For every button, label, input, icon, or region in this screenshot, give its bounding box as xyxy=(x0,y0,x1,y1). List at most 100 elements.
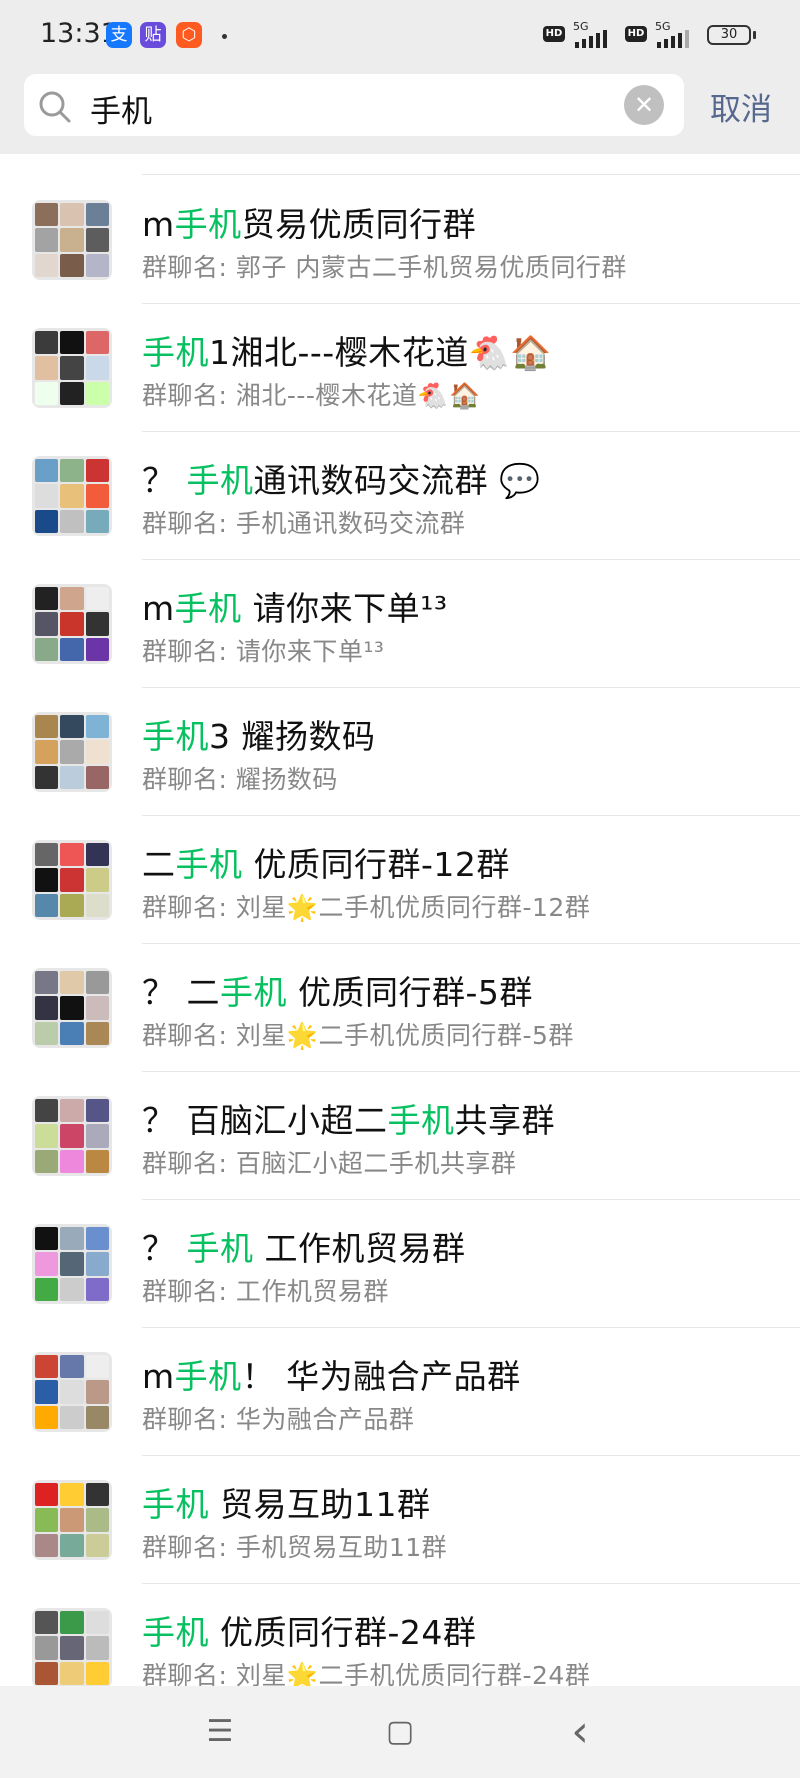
result-row[interactable]: m手机贸易优质同行群 群聊名: 郭子 内蒙古二手机贸易优质同行群 xyxy=(0,176,800,304)
search-input[interactable]: 手机 xyxy=(90,86,152,131)
result-title: ？ 手机 工作机贸易群 xyxy=(142,1222,466,1270)
search-header: 手机 ✕ 取消 xyxy=(0,72,800,154)
title-suffix: 1湘北---樱木花道🐔🏠 xyxy=(209,333,552,372)
title-prefix: 二 xyxy=(142,845,176,884)
title-prefix: ？ 百脑汇小超二 xyxy=(142,1101,388,1140)
group-avatar xyxy=(32,1096,112,1176)
group-avatar xyxy=(32,712,112,792)
group-avatar xyxy=(32,200,112,280)
hd-icon: HD xyxy=(543,26,565,42)
result-row[interactable]: ？ 二手机 优质同行群-5群群聊名: 刘星🌟二手机优质同行群-5群 xyxy=(0,944,800,1072)
clear-search-button[interactable]: ✕ xyxy=(624,85,664,125)
title-suffix: 工作机贸易群 xyxy=(253,1229,466,1268)
cancel-button[interactable]: 取消 xyxy=(710,84,772,129)
result-row[interactable]: ？ 手机 工作机贸易群群聊名: 工作机贸易群 xyxy=(0,1200,800,1328)
title-suffix: 优质同行群-12群 xyxy=(242,845,510,884)
result-row[interactable]: ？ 百脑汇小超二手机共享群群聊名: 百脑汇小超二手机共享群 xyxy=(0,1072,800,1200)
result-title: m手机贸易优质同行群 xyxy=(142,198,476,246)
battery-icon: 30 xyxy=(707,25,751,45)
title-prefix: ？ xyxy=(142,461,187,500)
group-avatar xyxy=(32,1480,112,1560)
divider xyxy=(142,174,800,175)
group-avatar xyxy=(32,584,112,664)
group-chat-name: 群聊名: 工作机贸易群 xyxy=(142,1277,389,1306)
title-suffix: 贸易优质同行群 xyxy=(241,205,477,244)
group-chat-name: 群聊名: 湘北---樱木花道🐔🏠 xyxy=(142,381,481,410)
signal-2: HD 5G xyxy=(625,20,703,48)
title-suffix: 贸易互助11群 xyxy=(209,1485,431,1524)
group-avatar xyxy=(32,840,112,920)
title-suffix: ！ 华为融合产品群 xyxy=(241,1357,521,1396)
tieba-icon: 贴 xyxy=(140,22,166,48)
keyword-highlight: 手机 xyxy=(220,973,287,1012)
result-row[interactable]: ？ 手机通讯数码交流群 💬 群聊名: 手机通讯数码交流群 xyxy=(0,432,800,560)
hd-icon: HD xyxy=(625,26,647,42)
status-bar: 13:31 支 贴 ⬡ HD 5G HD 5G 30 xyxy=(0,0,800,72)
group-chat-name: 群聊名: 百脑汇小超二手机共享群 xyxy=(142,1149,517,1178)
notification-dot-icon xyxy=(222,34,227,39)
result-row[interactable]: 手机1湘北---樱木花道🐔🏠 群聊名: 湘北---樱木花道🐔🏠 xyxy=(0,304,800,432)
result-title: 手机 贸易互助11群 xyxy=(142,1478,430,1526)
result-title: ？ 二手机 优质同行群-5群 xyxy=(142,966,533,1014)
result-row[interactable]: 手机3 耀扬数码群聊名: 耀扬数码 xyxy=(0,688,800,816)
keyword-highlight: 手机 xyxy=(142,1613,209,1652)
title-prefix: m xyxy=(142,589,175,628)
title-prefix: m xyxy=(142,205,175,244)
keyword-highlight: 手机 xyxy=(142,333,209,372)
title-prefix: ？ xyxy=(142,1229,187,1268)
alipay-icon: 支 xyxy=(106,22,132,48)
result-title: 手机 优质同行群-24群 xyxy=(142,1606,476,1654)
title-prefix: m xyxy=(142,1357,175,1396)
back-icon[interactable]: ‹ xyxy=(562,1710,598,1754)
title-suffix: 优质同行群-24群 xyxy=(209,1613,477,1652)
result-title: ？ 百脑汇小超二手机共享群 xyxy=(142,1094,555,1142)
title-suffix: 3 耀扬数码 xyxy=(209,717,376,756)
group-avatar xyxy=(32,1224,112,1304)
home-icon[interactable]: ▢ xyxy=(382,1714,418,1750)
taobao-icon: ⬡ xyxy=(176,22,202,48)
title-prefix: ？ 二 xyxy=(142,973,220,1012)
group-avatar xyxy=(32,1608,112,1686)
keyword-highlight: 手机 xyxy=(175,845,243,884)
group-avatar xyxy=(32,1352,112,1432)
signal-bars-icon xyxy=(575,30,607,48)
result-title: ？ 手机通讯数码交流群 💬 xyxy=(142,454,541,502)
keyword-highlight: 手机 xyxy=(186,1229,254,1268)
title-suffix: 共享群 xyxy=(454,1101,555,1140)
result-row[interactable]: 二手机 优质同行群-12群群聊名: 刘星🌟二手机优质同行群-12群 xyxy=(0,816,800,944)
group-chat-name: 群聊名: 手机贸易互助11群 xyxy=(142,1533,448,1562)
result-row[interactable]: 手机 贸易互助11群群聊名: 手机贸易互助11群 xyxy=(0,1456,800,1584)
group-chat-name: 群聊名: 刘星🌟二手机优质同行群-12群 xyxy=(142,893,591,922)
group-chat-name: 群聊名: 刘星🌟二手机优质同行群-24群 xyxy=(142,1661,591,1686)
group-avatar xyxy=(32,456,112,536)
keyword-highlight: 手机 xyxy=(142,717,209,756)
signal-1: HD 5G xyxy=(543,20,621,48)
keyword-highlight: 手机 xyxy=(142,1485,209,1524)
group-chat-name: 群聊名: 手机通讯数码交流群 xyxy=(142,509,466,538)
result-row[interactable]: m手机 请你来下单¹³ 群聊名: 请你来下单¹³ xyxy=(0,560,800,688)
group-chat-name: 群聊名: 华为融合产品群 xyxy=(142,1405,415,1434)
search-box[interactable]: 手机 ✕ xyxy=(24,74,684,136)
keyword-highlight: 手机 xyxy=(174,589,242,628)
group-chat-name: 群聊名: 耀扬数码 xyxy=(142,765,338,794)
group-chat-name: 群聊名: 请你来下单¹³ xyxy=(142,637,385,666)
keyword-highlight: 手机 xyxy=(387,1101,455,1140)
keyword-highlight: 手机 xyxy=(174,205,242,244)
result-title: 二手机 优质同行群-12群 xyxy=(142,838,510,886)
group-avatar xyxy=(32,968,112,1048)
keyword-highlight: 手机 xyxy=(186,461,254,500)
result-title: 手机1湘北---樱木花道🐔🏠 xyxy=(142,326,552,374)
result-row[interactable]: m手机！ 华为融合产品群 群聊名: 华为融合产品群 xyxy=(0,1328,800,1456)
title-suffix: 优质同行群-5群 xyxy=(287,973,533,1012)
title-suffix: 通讯数码交流群 💬 xyxy=(253,461,541,500)
system-nav-bar: ☰ ▢ ‹ xyxy=(0,1686,800,1778)
search-icon xyxy=(39,91,71,123)
search-results-list: m手机贸易优质同行群 群聊名: 郭子 内蒙古二手机贸易优质同行群 手机1湘北---樱… xyxy=(0,154,800,1686)
title-suffix: 请你来下单¹³ xyxy=(241,589,448,628)
group-chat-name: 群聊名: 刘星🌟二手机优质同行群-5群 xyxy=(142,1021,574,1050)
signal-bars-icon xyxy=(657,30,689,48)
group-avatar xyxy=(32,328,112,408)
menu-icon[interactable]: ☰ xyxy=(202,1714,238,1750)
battery-tip xyxy=(753,31,756,39)
result-row[interactable]: 手机 优质同行群-24群群聊名: 刘星🌟二手机优质同行群-24群 xyxy=(0,1584,800,1686)
